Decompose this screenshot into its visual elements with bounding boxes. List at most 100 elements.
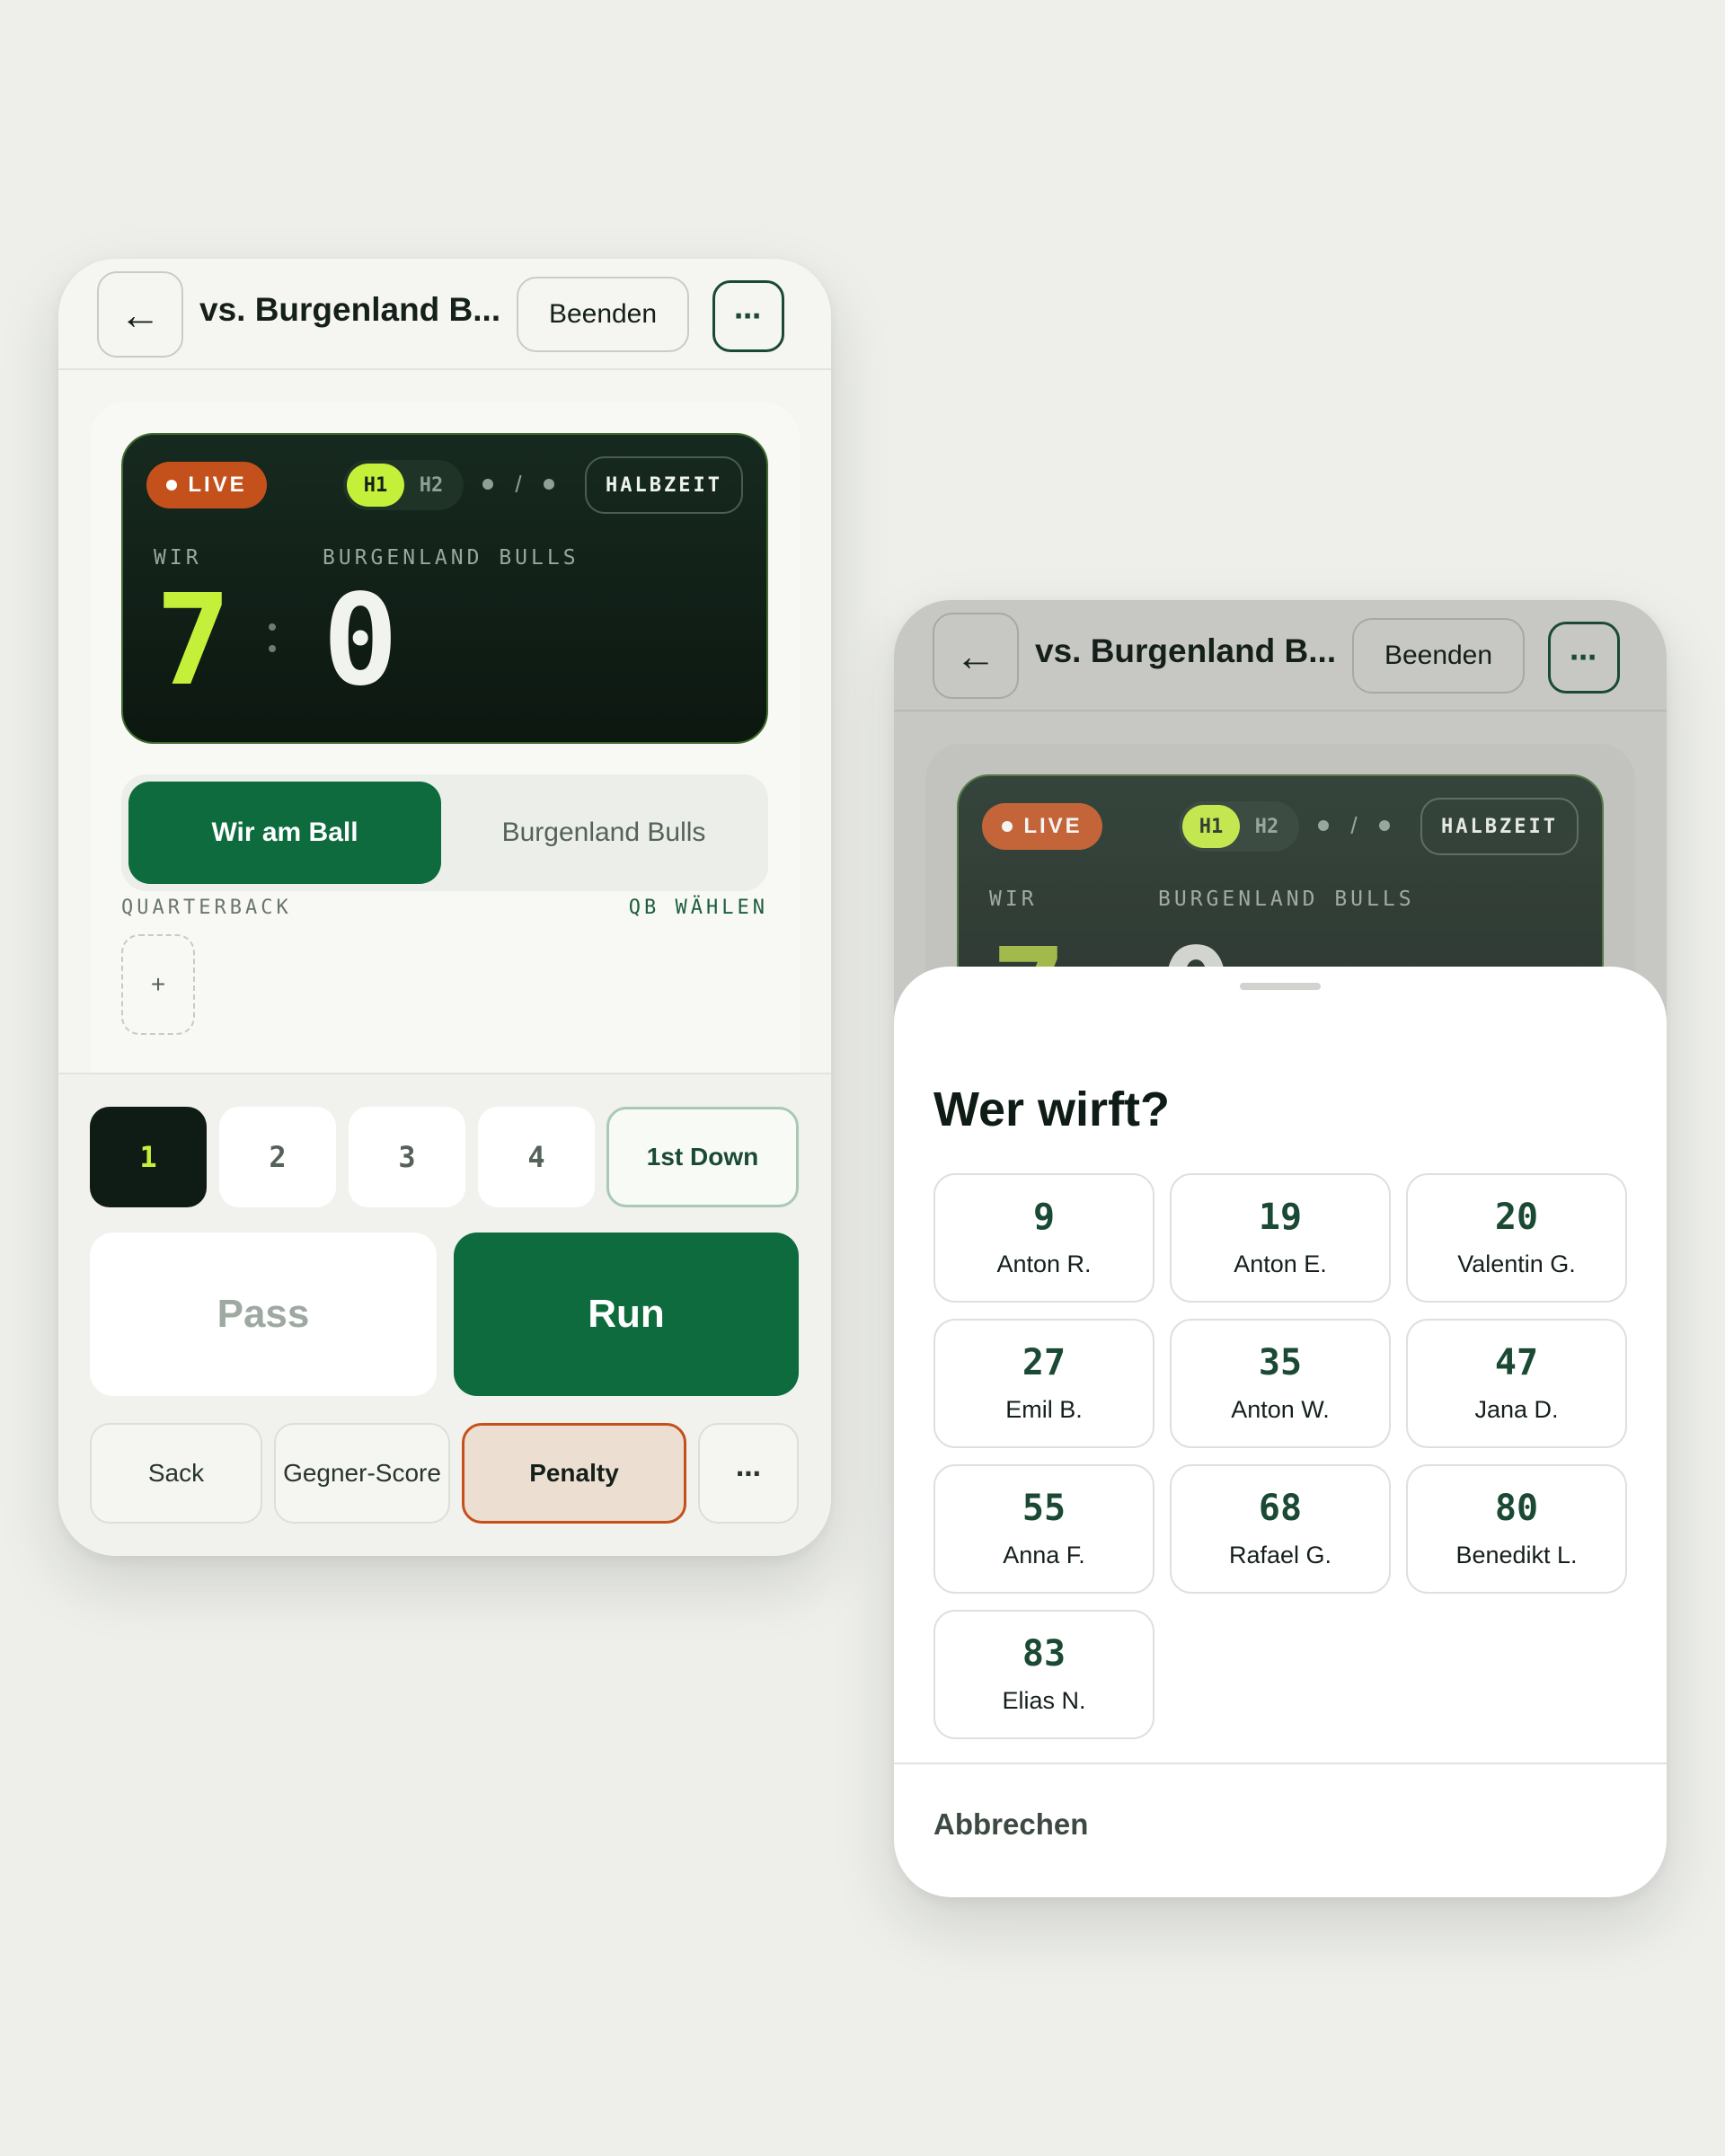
down-4-button[interactable]: 4 [478, 1107, 595, 1207]
live-dot-icon [166, 480, 178, 490]
game-clock: / [482, 471, 554, 498]
page-title: vs. Burgenland B... [1035, 632, 1337, 669]
player-card[interactable]: 35 Anton W. [1170, 1319, 1391, 1448]
sheet-title: Wer wirft? [933, 1082, 1171, 1136]
player-card[interactable]: 83 Elias N. [933, 1610, 1154, 1739]
opponent-score-button[interactable]: Gegner-Score [274, 1423, 450, 1524]
player-name: Elias N. [1002, 1687, 1086, 1714]
arrow-left-icon: ← [955, 632, 996, 679]
player-name: Emil B. [1005, 1396, 1083, 1423]
down-3-button[interactable]: 3 [349, 1107, 465, 1207]
sheet-divider [894, 1763, 1667, 1764]
pass-button[interactable]: Pass [90, 1233, 437, 1396]
player-number: 68 [1258, 1488, 1303, 1529]
first-down-button[interactable]: 1st Down [606, 1107, 799, 1207]
app-header: ← vs. Burgenland B... Beenden ⋯ [894, 600, 1667, 711]
player-number: 20 [1494, 1197, 1539, 1238]
scoreboard: LIVE H1 H2 / HALBZEIT WIR BURGENLAND BUL… [121, 433, 768, 744]
player-card[interactable]: 20 Valentin G. [1406, 1173, 1627, 1303]
player-picker-screen: ← vs. Burgenland B... Beenden ⋯ LIVE H1 … [894, 600, 1667, 1897]
clock-separator: / [515, 470, 522, 498]
down-1-button[interactable]: 1 [90, 1107, 207, 1207]
end-game-button[interactable]: Beenden [517, 277, 689, 352]
clock-dot-icon [1378, 820, 1390, 831]
player-card[interactable]: 27 Emil B. [933, 1319, 1154, 1448]
half-h1-button[interactable]: H1 [347, 464, 404, 507]
cancel-button[interactable]: Abbrechen [933, 1807, 1088, 1842]
live-dot-icon [1002, 821, 1013, 832]
half-h1-button[interactable]: H1 [1182, 805, 1240, 848]
player-number: 9 [1032, 1197, 1056, 1238]
live-label: LIVE [188, 473, 247, 497]
add-qb-button[interactable]: + [121, 934, 195, 1035]
score-separator [269, 623, 276, 663]
player-name: Rafael G. [1228, 1542, 1332, 1568]
plus-icon: + [150, 970, 166, 998]
away-score: 0 [323, 568, 399, 714]
clock-dot-icon [482, 479, 493, 490]
player-number: 83 [1022, 1633, 1066, 1674]
player-name: Jana D. [1474, 1396, 1559, 1423]
live-badge: LIVE [982, 803, 1102, 850]
down-2-button[interactable]: 2 [219, 1107, 336, 1207]
more-dots-icon: ⋯ [734, 301, 763, 331]
sack-button[interactable]: Sack [90, 1423, 262, 1524]
home-score: 7 [155, 568, 232, 714]
clock-separator: / [1350, 811, 1358, 839]
more-actions-button[interactable]: ⋯ [698, 1423, 799, 1524]
run-button[interactable]: Run [454, 1233, 799, 1396]
player-card[interactable]: 80 Benedikt L. [1406, 1464, 1627, 1594]
back-button[interactable]: ← [97, 271, 183, 358]
home-team-label: WIR [989, 888, 1038, 911]
back-button[interactable]: ← [933, 613, 1019, 699]
half-h2-button[interactable]: H2 [402, 464, 460, 507]
player-card[interactable]: 47 Jana D. [1406, 1319, 1627, 1448]
arrow-left-icon: ← [119, 291, 161, 338]
possession-toggle: Wir am Ball Burgenland Bulls [121, 774, 768, 891]
game-screen: ← vs. Burgenland B... Beenden ⋯ LIVE H1 … [58, 259, 831, 1556]
end-game-button[interactable]: Beenden [1352, 618, 1525, 694]
play-controls: 1 2 3 4 1st Down Pass Run Sack Gegner-Sc… [58, 1073, 831, 1556]
live-badge: LIVE [146, 462, 267, 508]
player-card[interactable]: 19 Anton E. [1170, 1173, 1391, 1303]
page-title: vs. Burgenland B... [199, 291, 501, 328]
player-number: 35 [1258, 1342, 1303, 1383]
halftime-button[interactable]: HALBZEIT [585, 456, 743, 514]
player-number: 80 [1494, 1488, 1539, 1529]
half-toggle: H1 H2 [343, 460, 464, 510]
clock-dot-icon [1318, 820, 1329, 831]
player-name: Anton E. [1234, 1250, 1327, 1277]
player-card[interactable]: 9 Anton R. [933, 1173, 1154, 1303]
player-name: Valentin G. [1457, 1250, 1576, 1277]
half-toggle: H1 H2 [1179, 801, 1299, 852]
player-number: 47 [1494, 1342, 1539, 1383]
more-menu-button[interactable]: ⋯ [712, 280, 784, 352]
more-dots-icon: ⋯ [1570, 642, 1598, 673]
penalty-button[interactable]: Penalty [462, 1423, 686, 1524]
player-name: Benedikt L. [1455, 1542, 1578, 1568]
sheet-grabber-handle[interactable] [1240, 983, 1321, 990]
away-team-label: BURGENLAND BULLS [323, 546, 579, 570]
possession-theirs-button[interactable]: Burgenland Bulls [447, 782, 761, 884]
player-name: Anton R. [996, 1250, 1092, 1277]
player-picker-sheet: Wer wirft? 9 Anton R. 19 Anton E. 20 Val… [894, 967, 1667, 1897]
live-label: LIVE [1023, 814, 1083, 838]
quarterback-label: QUARTERBACK [121, 897, 292, 919]
player-name: Anton W. [1231, 1396, 1330, 1423]
player-number: 55 [1022, 1488, 1066, 1529]
half-h2-button[interactable]: H2 [1238, 805, 1296, 848]
home-team-label: WIR [154, 546, 202, 570]
player-number: 19 [1258, 1197, 1303, 1238]
possession-ours-button[interactable]: Wir am Ball [128, 782, 441, 884]
more-dots-icon: ⋯ [736, 1459, 761, 1488]
player-card[interactable]: 68 Rafael G. [1170, 1464, 1391, 1594]
away-team-label: BURGENLAND BULLS [1158, 888, 1415, 911]
app-header: ← vs. Burgenland B... Beenden ⋯ [58, 259, 831, 370]
clock-dot-icon [543, 479, 554, 490]
player-card[interactable]: 55 Anna F. [933, 1464, 1154, 1594]
more-menu-button[interactable]: ⋯ [1548, 622, 1620, 694]
halftime-button[interactable]: HALBZEIT [1420, 798, 1579, 855]
game-clock: / [1318, 812, 1390, 839]
player-number: 27 [1022, 1342, 1066, 1383]
choose-qb-link[interactable]: QB WÄHLEN [629, 897, 768, 919]
